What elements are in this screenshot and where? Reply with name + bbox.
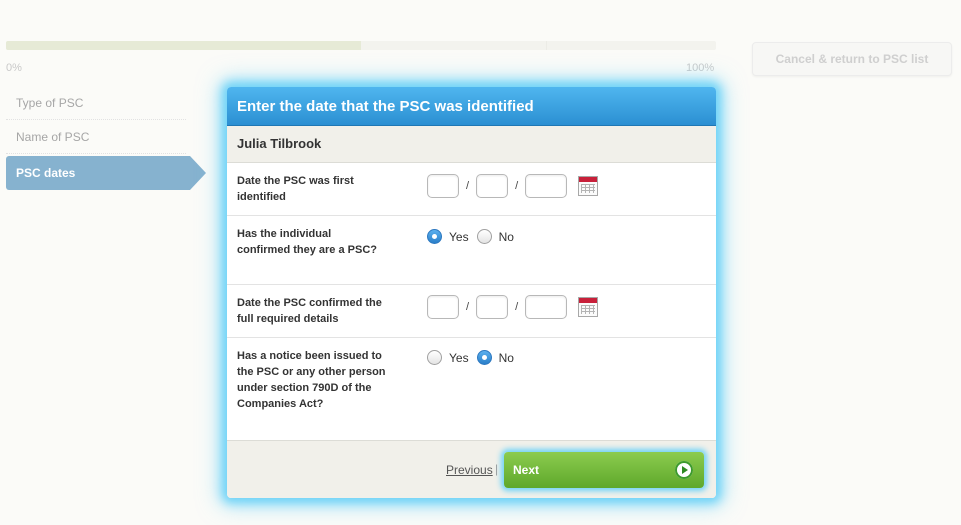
progress-min-label: 0% [6,62,22,74]
radio-label-no: No [498,229,514,244]
date-separator: / [466,301,470,313]
date-picker-confirmed: / / [427,295,599,319]
year-input[interactable] [525,174,568,198]
month-input[interactable] [476,295,509,319]
date-separator: / [515,301,519,313]
psc-dates-modal: Enter the date that the PSC was identifi… [227,87,716,498]
progress-fill [6,41,361,50]
row-label-date-confirmed: Date the PSC confirmed the full required… [237,297,382,325]
next-button[interactable]: Next [504,452,704,488]
date-separator: / [515,180,519,192]
radio-group-notice-issued: Yes No [427,350,522,365]
next-button-label: Next [513,463,540,477]
modal-footer: Previous | Next [227,440,716,498]
progress-bar [6,41,716,50]
year-input[interactable] [525,295,568,319]
radio-yes[interactable] [427,350,442,365]
row-date-confirmed: Date the PSC confirmed the full required… [227,285,716,338]
radio-label-yes: Yes [449,350,469,365]
radio-label-yes: Yes [449,229,469,244]
row-label-confirmed-psc: Has the individual confirmed they are a … [237,228,377,256]
row-label-date-identified: Date the PSC was first identified [237,175,354,203]
sidebar-item-psc-dates[interactable]: PSC dates [6,156,206,190]
row-confirmed-psc: Has the individual confirmed they are a … [227,216,716,285]
sidebar-nav: Type of PSC Name of PSC PSC dates [6,86,206,190]
previous-link[interactable]: Previous [446,463,493,477]
sidebar-item-name-of-psc[interactable]: Name of PSC [6,120,186,154]
row-notice-issued: Has a notice been issued to the PSC or a… [227,338,716,439]
day-input[interactable] [427,174,459,198]
radio-option-no[interactable]: No [476,229,514,244]
calendar-icon[interactable] [578,297,599,317]
day-input[interactable] [427,295,459,319]
date-separator: / [466,180,470,192]
radio-label-no: No [498,350,514,365]
radio-option-no[interactable]: No [476,350,514,365]
date-picker-identified: / / [427,174,599,198]
sidebar-item-type-of-psc[interactable]: Type of PSC [6,86,186,120]
radio-option-yes[interactable]: Yes [427,350,469,365]
row-label-notice-issued: Has a notice been issued to the PSC or a… [237,350,386,410]
radio-no[interactable] [476,229,492,244]
month-input[interactable] [476,174,509,198]
arrow-right-circle-icon [675,461,693,479]
radio-yes[interactable] [427,229,442,244]
calendar-icon[interactable] [578,176,599,196]
footer-separator: | [495,462,499,476]
radio-group-confirmed-psc: Yes No [427,229,522,244]
cancel-return-button[interactable]: Cancel & return to PSC list [752,42,952,76]
progress-divider [546,41,547,50]
progress-max-label: 100% [686,62,715,74]
radio-no[interactable] [476,350,492,365]
radio-option-yes[interactable]: Yes [427,229,469,244]
row-date-identified: Date the PSC was first identified / / [227,163,716,216]
psc-name: Julia Tilbrook [227,126,716,163]
modal-title: Enter the date that the PSC was identifi… [227,87,716,126]
